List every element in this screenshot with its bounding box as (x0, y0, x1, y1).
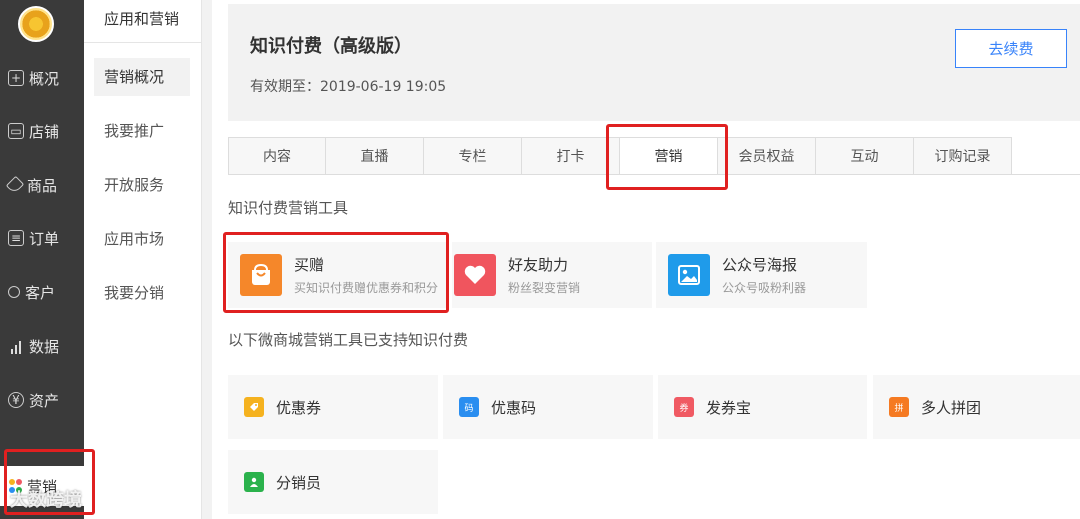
tool-name: 优惠券 (276, 398, 322, 417)
subnav-item-promote[interactable]: 我要推广 (94, 112, 190, 150)
tool-name: 好友助力 (508, 256, 569, 274)
nav-item-data[interactable]: 数据 (0, 326, 84, 366)
tool-name: 发券宝 (706, 398, 752, 417)
yen-icon: ¥ (8, 392, 24, 408)
tool-card-coupon[interactable]: 优惠券 (228, 375, 438, 439)
nav-item-label: 数据 (29, 337, 60, 356)
product-header: 知识付费（高级版） 有效期至：2019-06-19 19:05 去续费 (228, 4, 1080, 121)
tool-name: 分销员 (276, 473, 322, 492)
tool-card-coupon-bao[interactable]: 券 发券宝 (658, 375, 867, 439)
divider (84, 42, 202, 43)
nav-item-goods[interactable]: 商品 (0, 165, 84, 205)
subnav-item-app-market[interactable]: 应用市场 (94, 220, 190, 258)
tab-interaction[interactable]: 互动 (816, 137, 914, 175)
tab-bar: 内容 直播 专栏 打卡 营销 会员权益 互动 订购记录 (228, 137, 1012, 175)
coupon-icon (244, 397, 264, 417)
tool-name: 公众号海报 (722, 256, 798, 274)
tool-card-friend-help[interactable]: 好友助力 粉丝裂变营销 (452, 242, 652, 308)
expire-date: 有效期至：2019-06-19 19:05 (250, 79, 447, 95)
app-window: + 概况 ▭ 店铺 商品 ≡ 订单 客户 数据 ¥ 资产 营销 应用和营销 营销… (0, 0, 1080, 519)
tool-card-distributor[interactable]: 分销员 (228, 450, 438, 514)
divider (228, 174, 1080, 175)
tab-order-records[interactable]: 订购记录 (914, 137, 1012, 175)
shop-icon: ▭ (8, 123, 24, 139)
tool-card-promo-code[interactable]: 码 优惠码 (443, 375, 653, 439)
nav-item-label: 商品 (27, 176, 58, 195)
ticket-icon: 券 (674, 397, 694, 417)
nav-item-label: 店铺 (29, 122, 60, 141)
nav-item-label: 客户 (25, 283, 56, 302)
tool-card-poster[interactable]: 公众号海报 公众号吸粉利器 (656, 242, 867, 308)
image-icon (668, 254, 710, 296)
section-title: 以下微商城营销工具已支持知识付费 (228, 331, 469, 349)
tool-card-buy-gift[interactable]: 买赠 买知识付费赠优惠券和积分 (228, 242, 448, 308)
nav-item-orders[interactable]: ≡ 订单 (0, 218, 84, 258)
tab-member-rights[interactable]: 会员权益 (718, 137, 816, 175)
tool-desc: 公众号吸粉利器 (722, 281, 807, 295)
tab-live[interactable]: 直播 (326, 137, 424, 175)
nav-item-assets[interactable]: ¥ 资产 (0, 380, 84, 420)
subnav-item-open-service[interactable]: 开放服务 (94, 166, 190, 204)
code-icon: 码 (459, 397, 479, 417)
overview-icon: + (8, 70, 24, 86)
tag-icon (5, 175, 25, 195)
shopping-bag-icon (240, 254, 282, 296)
sub-sidebar: 应用和营销 营销概况 我要推广 开放服务 应用市场 我要分销 (84, 0, 202, 519)
user-icon (8, 286, 20, 298)
tab-column[interactable]: 专栏 (424, 137, 522, 175)
nav-item-label: 概况 (29, 69, 60, 88)
tool-name: 优惠码 (491, 398, 537, 417)
nav-item-shop[interactable]: ▭ 店铺 (0, 111, 84, 151)
subnav-item-overview[interactable]: 营销概况 (94, 58, 190, 96)
tool-card-group-buy[interactable]: 拼 多人拼团 (873, 375, 1080, 439)
subnav-item-distribution[interactable]: 我要分销 (94, 274, 190, 312)
nav-item-customers[interactable]: 客户 (0, 272, 84, 312)
tab-content[interactable]: 内容 (228, 137, 326, 175)
main-nav: + 概况 ▭ 店铺 商品 ≡ 订单 客户 数据 ¥ 资产 营销 (0, 0, 84, 519)
avatar[interactable] (18, 6, 54, 42)
section-title: 知识付费营销工具 (228, 199, 349, 217)
nav-item-overview[interactable]: + 概况 (0, 58, 84, 98)
tool-name: 多人拼团 (921, 398, 982, 417)
nav-item-label: 资产 (29, 391, 60, 410)
tab-checkin[interactable]: 打卡 (522, 137, 620, 175)
tool-desc: 粉丝裂变营销 (508, 281, 581, 295)
distributor-icon (244, 472, 264, 492)
tool-desc: 买知识付费赠优惠券和积分 (294, 281, 439, 295)
nav-item-label: 订单 (29, 229, 60, 248)
bar-chart-icon (8, 338, 24, 354)
group-buy-icon: 拼 (889, 397, 909, 417)
subnav-title: 应用和营销 (104, 10, 180, 28)
heart-icon (454, 254, 496, 296)
renew-button[interactable]: 去续费 (955, 29, 1067, 68)
page-title: 知识付费（高级版） (250, 36, 412, 57)
tab-marketing[interactable]: 营销 (620, 137, 718, 175)
watermark: 大数跨境 (10, 490, 82, 511)
order-icon: ≡ (8, 230, 24, 246)
main-content: 知识付费（高级版） 有效期至：2019-06-19 19:05 去续费 内容 直… (212, 0, 1080, 519)
tool-name: 买赠 (294, 256, 325, 274)
